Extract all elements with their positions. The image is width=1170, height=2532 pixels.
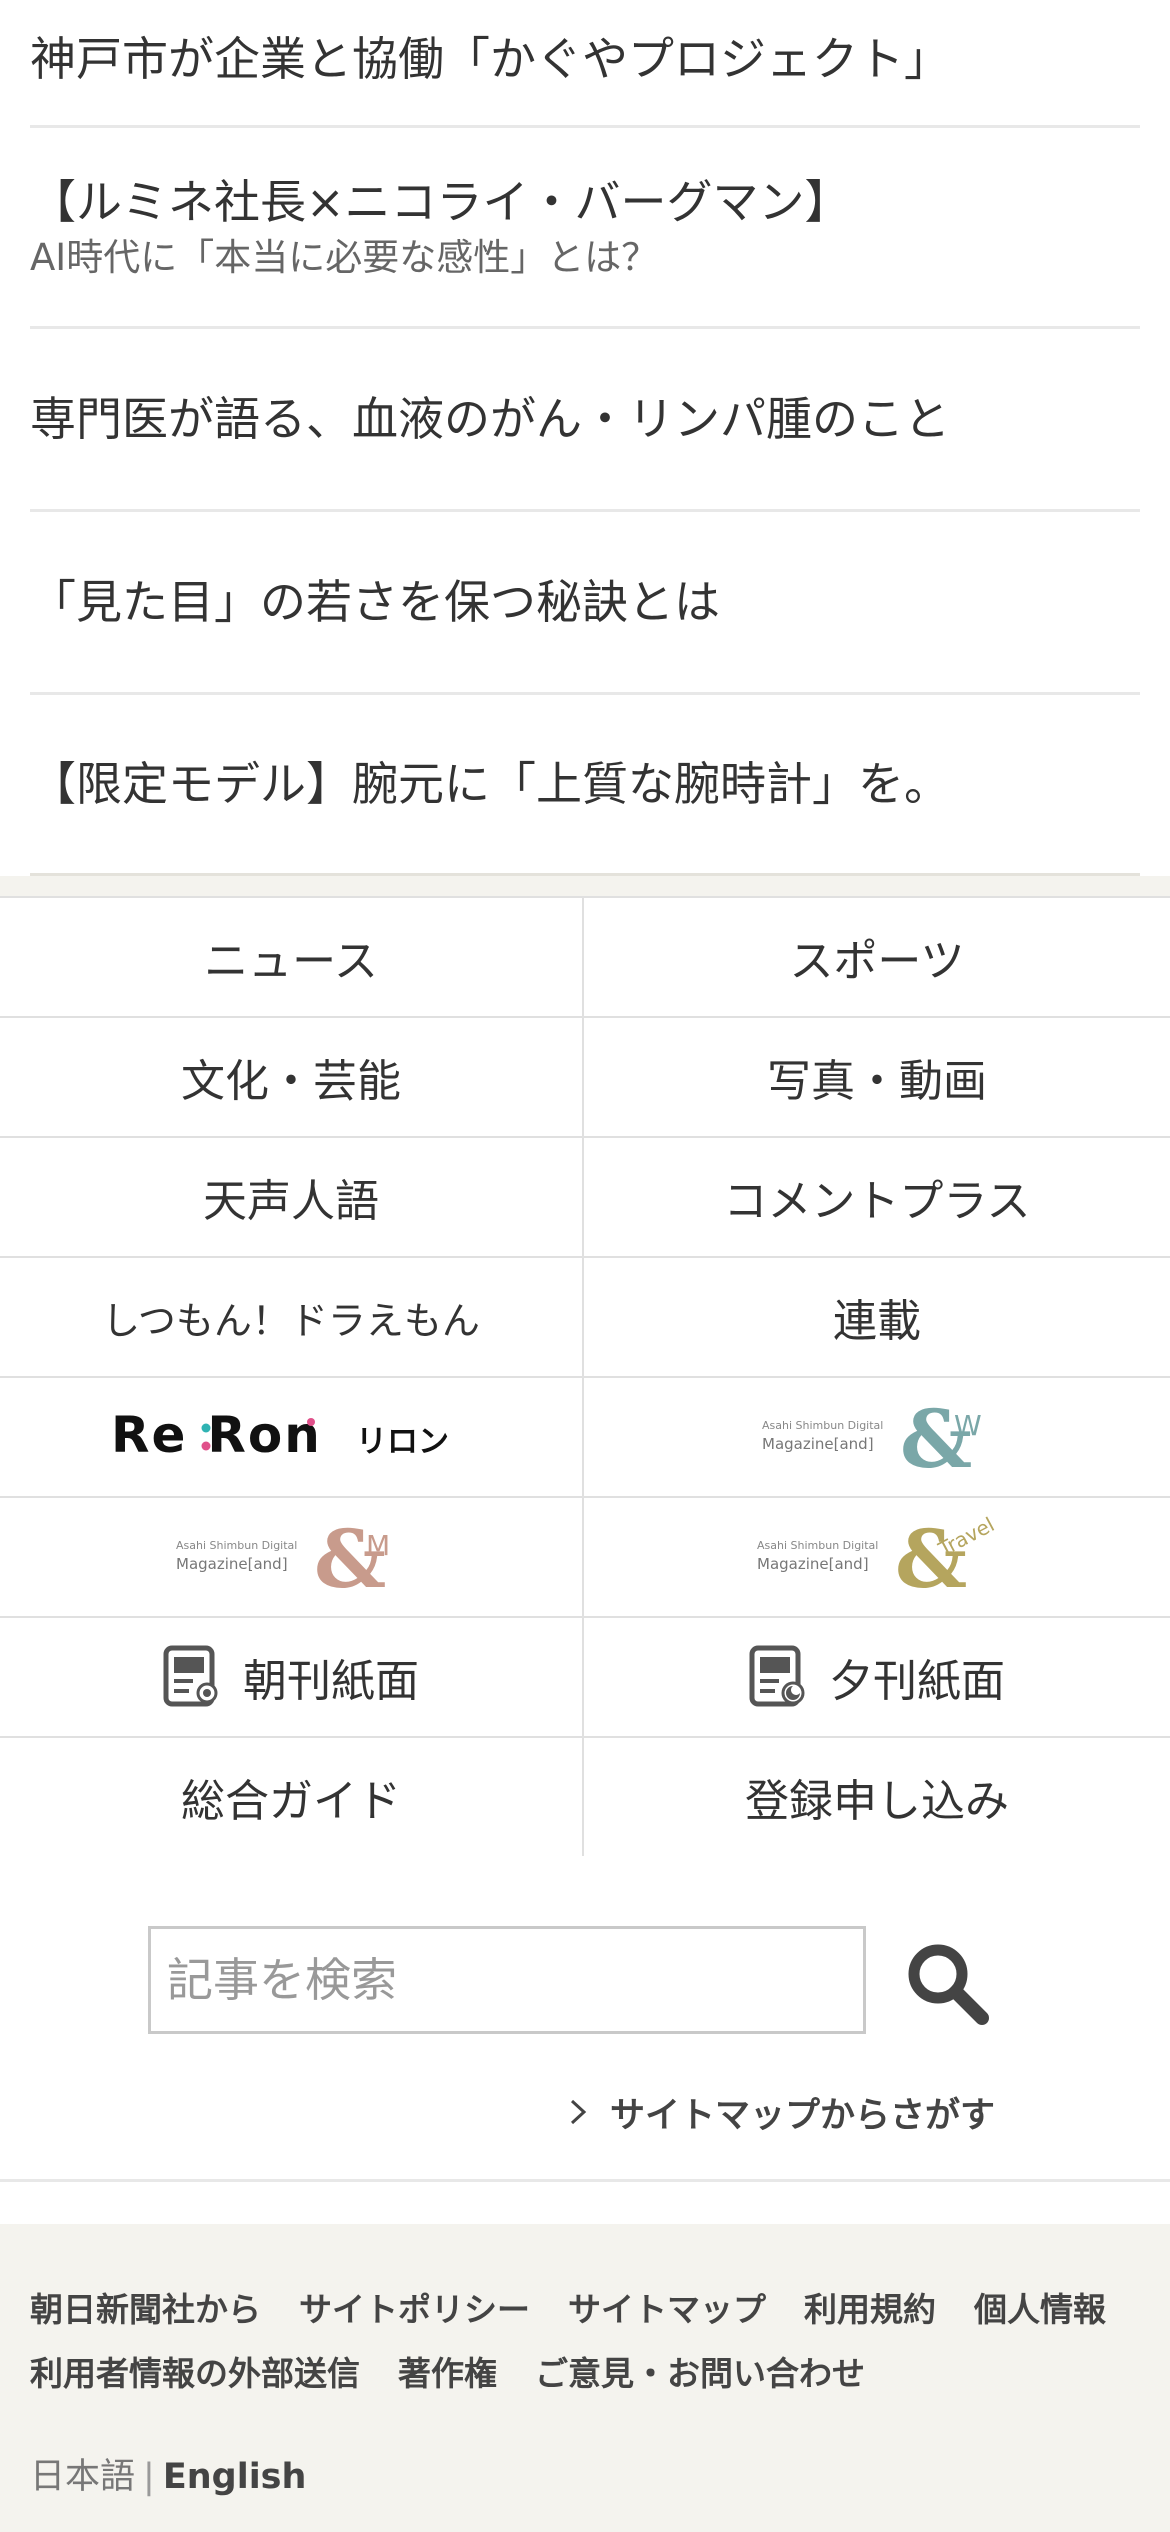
nav-photo-video[interactable]: 写真・動画 bbox=[584, 1018, 1170, 1138]
footer-links-row: 朝日新聞社から サイトポリシー サイトマップ 利用規約 個人情報 bbox=[30, 2278, 1150, 2342]
morning-paper-icon bbox=[163, 1645, 218, 1707]
nav-sports[interactable]: スポーツ bbox=[584, 898, 1170, 1018]
footer-link-copyright[interactable]: 著作権 bbox=[398, 2342, 497, 2406]
and-m-logo-line2: Magazine[and] bbox=[176, 1555, 288, 1573]
nav-register-label: 登録申し込み bbox=[745, 1776, 1009, 1827]
language-switcher: 日本語 | English bbox=[30, 2448, 306, 2499]
and-m-logo-suffix: M bbox=[366, 1529, 390, 1562]
nav-and-w[interactable]: Asahi Shimbun Digital Magazine[and] & W bbox=[584, 1378, 1170, 1498]
reron-logo-re: Re bbox=[111, 1406, 187, 1464]
chevron-right-icon bbox=[570, 2099, 587, 2125]
nav-culture[interactable]: 文化・芸能 bbox=[0, 1018, 584, 1138]
promo-title: 【ルミネ社長×ニコライ・バーグマン】 bbox=[30, 175, 851, 229]
and-w-logo-line2: Magazine[and] bbox=[762, 1435, 874, 1453]
reron-logo-dot-pink bbox=[201, 1441, 211, 1451]
promo-item[interactable]: 「見た目」の若さを保つ秘訣とは bbox=[30, 512, 1140, 695]
footer-links-row: 利用者情報の外部送信 著作権 ご意見・お問い合わせ bbox=[30, 2342, 1150, 2406]
and-w-logo-suffix: W bbox=[954, 1409, 982, 1442]
footer-link-terms[interactable]: 利用規約 bbox=[804, 2278, 936, 2342]
and-travel-logo: Asahi Shimbun Digital Magazine[and] & Tr… bbox=[757, 1515, 997, 1599]
nav-news-label: ニュース bbox=[204, 936, 378, 987]
footer-link-privacy[interactable]: 個人情報 bbox=[974, 2278, 1106, 2342]
reron-logo-ron: Ron bbox=[207, 1406, 321, 1464]
nav-rensai[interactable]: 連載 bbox=[584, 1258, 1170, 1378]
lang-japanese[interactable]: 日本語 bbox=[30, 2457, 135, 2497]
promo-title: 【限定モデル】腕元に「上質な腕時計」を。 bbox=[30, 757, 950, 811]
promo-title: 神戸市が企業と協働「かぐやプロジェクト」 bbox=[30, 31, 950, 86]
footer-link-external-transmission[interactable]: 利用者情報の外部送信 bbox=[30, 2342, 360, 2406]
reron-logo-dot-small bbox=[307, 1418, 315, 1426]
promo-item[interactable]: 神戸市が企業と協働「かぐやプロジェクト」 bbox=[30, 0, 1140, 128]
nav-photo-video-label: 写真・動画 bbox=[767, 1056, 987, 1107]
evening-paper-icon bbox=[749, 1645, 805, 1707]
nav-culture-label: 文化・芸能 bbox=[181, 1056, 401, 1107]
footer-links: 朝日新聞社から サイトポリシー サイトマップ 利用規約 個人情報 利用者情報の外… bbox=[30, 2278, 1150, 2406]
reron-logo-kana: リロン bbox=[356, 1424, 449, 1460]
nav-shitsumon-doraemon[interactable]: しつもん！ドラえもん bbox=[0, 1258, 584, 1378]
nav-news[interactable]: ニュース bbox=[0, 898, 584, 1018]
lang-english[interactable]: English bbox=[163, 2457, 307, 2497]
promo-item[interactable]: 専門医が語る、血液のがん・リンパ腫のこと bbox=[30, 329, 1140, 512]
and-w-logo-line1: Asahi Shimbun Digital bbox=[762, 1419, 883, 1432]
and-w-logo: Asahi Shimbun Digital Magazine[and] & W bbox=[762, 1395, 982, 1479]
nav-tenseijingo-label: 天声人語 bbox=[203, 1176, 379, 1227]
nav-reron[interactable]: Re Ron リロン bbox=[0, 1378, 584, 1498]
promo-item[interactable]: 【限定モデル】腕元に「上質な腕時計」を。 bbox=[30, 695, 1140, 876]
nav-morning-paper-label: 朝刊紙面 bbox=[243, 1656, 419, 1707]
footer: 朝日新聞社から サイトポリシー サイトマップ 利用規約 個人情報 利用者情報の外… bbox=[0, 2224, 1170, 2532]
nav-guide-label: 総合ガイド bbox=[181, 1776, 401, 1827]
footer-link-contact[interactable]: ご意見・お問い合わせ bbox=[535, 2342, 865, 2406]
search-area: サイトマップからさがす bbox=[0, 1856, 1170, 2182]
section-nav-grid: ニュース スポーツ 文化・芸能 写真・動画 天声人語 コメントプラス しつもん！… bbox=[0, 896, 1170, 1858]
nav-evening-paper[interactable]: 夕刊紙面 bbox=[584, 1618, 1170, 1738]
article-search-input[interactable] bbox=[148, 1926, 866, 2034]
sitemap-search-link-label: サイトマップからさがす bbox=[610, 2095, 996, 2136]
nav-and-travel[interactable]: Asahi Shimbun Digital Magazine[and] & Tr… bbox=[584, 1498, 1170, 1618]
footer-link-about[interactable]: 朝日新聞社から bbox=[30, 2278, 261, 2342]
lang-separator: | bbox=[143, 2457, 155, 2497]
sitemap-search-link[interactable]: サイトマップからさがす bbox=[566, 2084, 995, 2140]
nav-evening-paper-label: 夕刊紙面 bbox=[829, 1656, 1005, 1707]
nav-shitsumon-label: しつもん！ドラえもん bbox=[102, 1298, 480, 1343]
reron-logo-dot-teal bbox=[201, 1423, 211, 1433]
nav-comment-plus-label: コメントプラス bbox=[723, 1176, 1031, 1227]
and-travel-logo-line1: Asahi Shimbun Digital bbox=[757, 1539, 878, 1552]
promo-title: 専門医が語る、血液のがん・リンパ腫のこと bbox=[30, 392, 950, 446]
svg-text:ReRon: Re Ron bbox=[111, 1406, 322, 1464]
and-m-logo: Asahi Shimbun Digital Magazine[and] & M bbox=[176, 1515, 390, 1599]
nav-tenseijingo[interactable]: 天声人語 bbox=[0, 1138, 584, 1258]
reron-logo: Re Ron リロン bbox=[111, 1406, 449, 1464]
nav-and-m[interactable]: Asahi Shimbun Digital Magazine[and] & M bbox=[0, 1498, 584, 1618]
nav-register[interactable]: 登録申し込み bbox=[584, 1738, 1170, 1858]
promo-item[interactable]: 【ルミネ社長×ニコライ・バーグマン】 AI時代に「本当に必要な感性」とは？ bbox=[30, 128, 1140, 329]
nav-guide[interactable]: 総合ガイド bbox=[0, 1738, 584, 1858]
nav-sports-label: スポーツ bbox=[789, 936, 965, 987]
footer-link-sitemap[interactable]: サイトマップ bbox=[568, 2278, 766, 2342]
promo-title: 「見た目」の若さを保つ秘訣とは bbox=[30, 575, 720, 629]
nav-comment-plus[interactable]: コメントプラス bbox=[584, 1138, 1170, 1258]
and-travel-logo-line2: Magazine[and] bbox=[757, 1555, 869, 1573]
and-m-logo-line1: Asahi Shimbun Digital bbox=[176, 1539, 297, 1552]
nav-divider-band bbox=[0, 876, 1170, 896]
nav-morning-paper[interactable]: 朝刊紙面 bbox=[0, 1618, 584, 1738]
promo-subtitle: AI時代に「本当に必要な感性」とは？ bbox=[30, 236, 659, 279]
nav-rensai-label: 連載 bbox=[833, 1296, 921, 1347]
footer-link-site-policy[interactable]: サイトポリシー bbox=[299, 2278, 530, 2342]
search-icon[interactable] bbox=[902, 1938, 992, 2028]
